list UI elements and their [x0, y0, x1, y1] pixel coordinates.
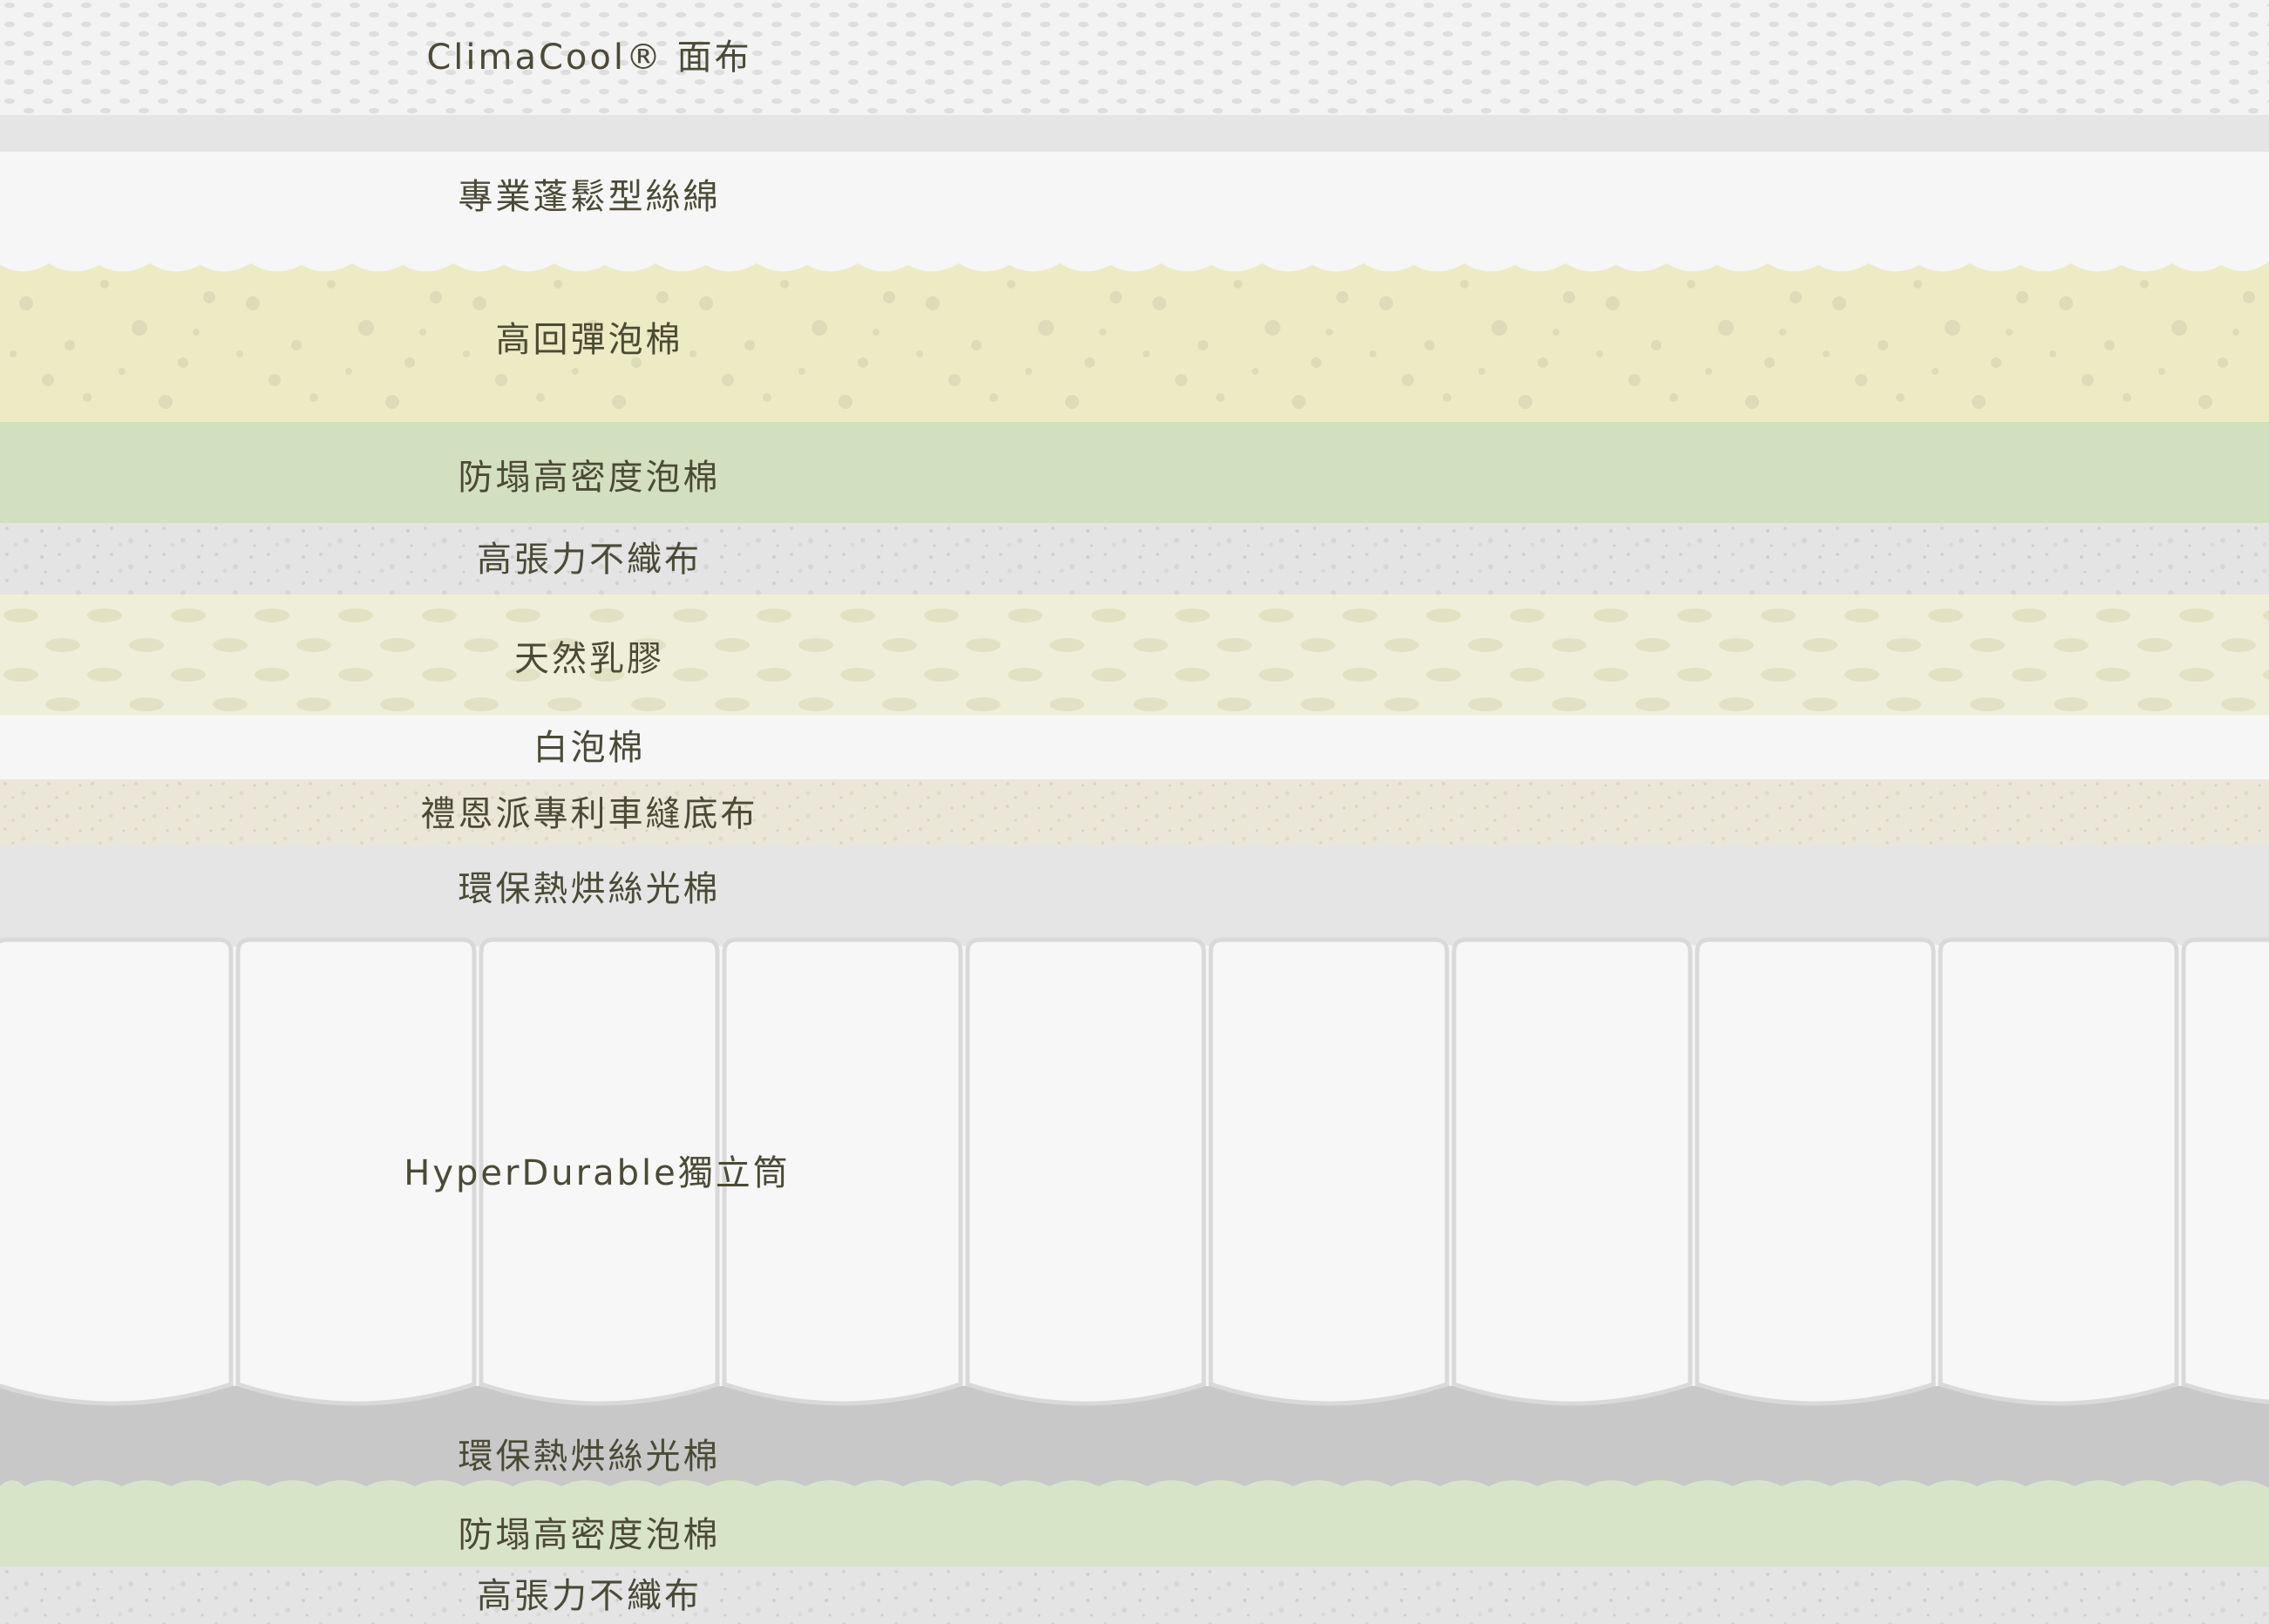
layer-natural-latex: 天然乳膠	[0, 595, 2269, 715]
layer-high-resilience-foam: 高回彈泡棉	[0, 249, 2269, 422]
mattress-layer-diagram: ClimaCool® 面布 專業蓬鬆型絲綿 高回彈泡棉 防塌高密度泡棉 高張力不…	[0, 0, 2269, 1624]
layer-label: 防塌高密度泡棉	[458, 458, 721, 498]
layer-label: 環保熱烘絲光棉	[458, 1437, 721, 1477]
layer-label: 環保熱烘絲光棉	[458, 869, 721, 909]
layer-label: 白泡棉	[533, 728, 646, 768]
layer-anti-sag-foam-top: 防塌高密度泡棉	[0, 422, 2269, 523]
layer-pocket-springs: HyperDurable獨立筒	[0, 933, 2269, 1425]
spring-column	[1938, 937, 2179, 1406]
layer-eco-fiber-top: 環保熱烘絲光棉	[0, 846, 2269, 933]
layer-label: 高張力不織布	[477, 1576, 702, 1616]
layer-white-foam: 白泡棉	[0, 715, 2269, 779]
layer-label: 專業蓬鬆型絲綿	[458, 177, 721, 217]
layer-loft-fiber: 專業蓬鬆型絲綿	[0, 152, 2269, 249]
layer-grey-band	[0, 115, 2269, 152]
layer-label: 防塌高密度泡棉	[458, 1515, 721, 1555]
spring-column	[1208, 937, 1450, 1406]
layer-label: 高回彈泡棉	[495, 320, 683, 360]
layer-label: ClimaCool® 面布	[426, 37, 752, 78]
fiber-scallop-edge	[0, 249, 2269, 272]
layer-label: 禮恩派專利車縫底布	[420, 794, 758, 834]
spring-column	[2181, 937, 2269, 1404]
layer-nonwoven-top: 高張力不織布	[0, 523, 2269, 595]
layer-patent-base-cloth: 禮恩派專利車縫底布	[0, 779, 2269, 846]
layer-climacool-fabric: ClimaCool® 面布	[0, 0, 2269, 115]
layer-label: HyperDurable獨立筒	[404, 1153, 791, 1193]
spring-column	[1695, 937, 1936, 1406]
layer-nonwoven-bottom: 高張力不織布	[0, 1566, 2269, 1624]
layer-eco-fiber-bottom: 環保熱烘絲光棉	[0, 1425, 2269, 1504]
layer-anti-sag-foam-bottom: 防塌高密度泡棉	[0, 1504, 2269, 1566]
spring-column	[1451, 937, 1693, 1406]
layer-label: 高張力不織布	[477, 540, 702, 580]
layer-label: 天然乳膠	[514, 639, 664, 679]
